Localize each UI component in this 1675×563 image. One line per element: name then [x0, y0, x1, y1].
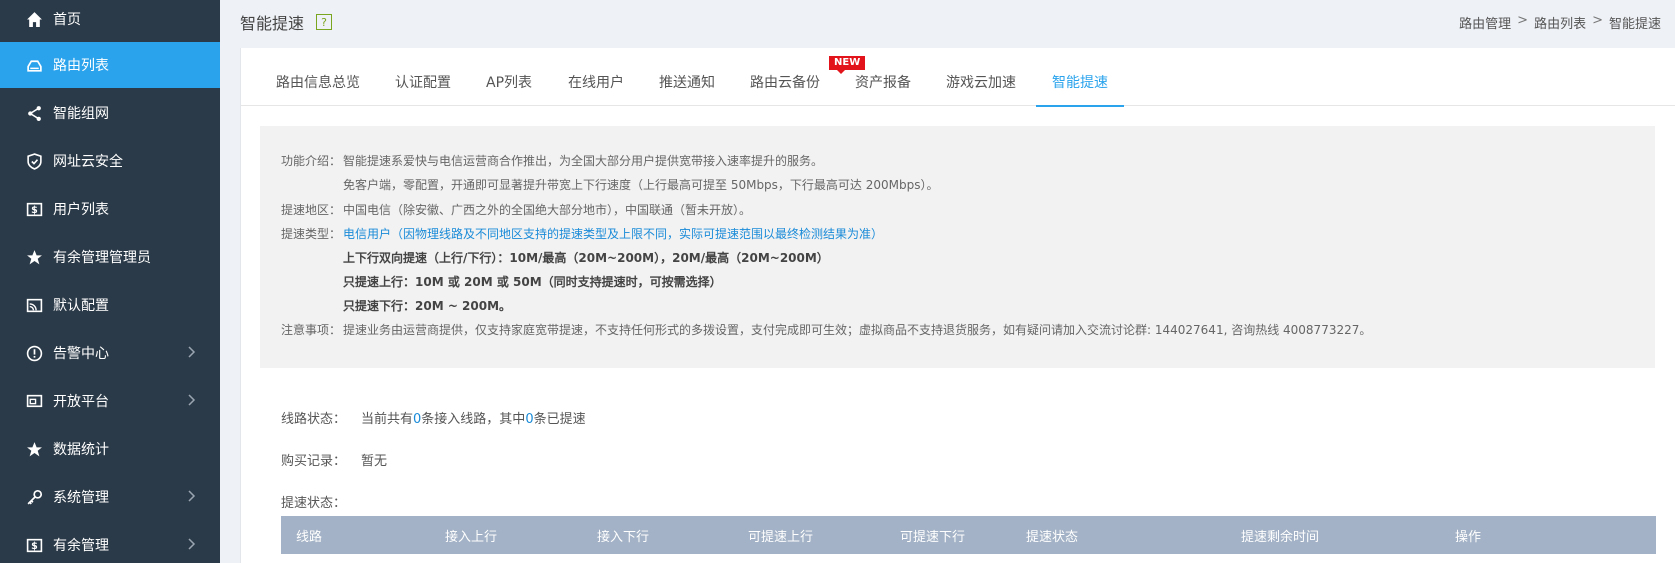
- column-header-remaining-time: 提速剩余时间: [1241, 530, 1320, 545]
- share-icon: [24, 103, 44, 123]
- sidebar-item-default-config[interactable]: 默认配置: [0, 282, 220, 328]
- sidebar-item-url-security[interactable]: 网址云安全: [0, 138, 220, 184]
- note-label: 注意事项：: [281, 323, 342, 337]
- tab-online-users[interactable]: 在线用户: [568, 72, 624, 106]
- sidebar-item-home[interactable]: 首页: [0, 0, 220, 42]
- star-icon: [24, 247, 44, 267]
- column-header-access-up: 接入上行: [445, 530, 498, 545]
- sidebar-item-router-list[interactable]: 路由列表: [0, 42, 220, 88]
- sidebar: 首页 路由列表 智能组网 网址云安全 $ 用户列表 有余管理管理员 默认配置 告…: [0, 0, 220, 563]
- chevron-right-icon: [188, 490, 196, 502]
- tab-push-notify[interactable]: 推送通知: [659, 72, 715, 106]
- speed-status-label: 提速状态：: [281, 496, 347, 511]
- line-status-value: 当前共有0条接入线路，其中0条已提速: [361, 412, 586, 427]
- region-text: 中国电信（除安徽、广西之外的全国绝大部分地市），中国联通（暂未开放）。: [343, 203, 752, 217]
- page-title: 智能提速: [240, 14, 305, 33]
- line-boosted-count: 0: [525, 412, 534, 427]
- alert-icon: [24, 343, 44, 363]
- sidebar-item-label: 默认配置: [53, 298, 109, 314]
- breadcrumb-separator: >: [1592, 13, 1603, 28]
- type-text-download-only: 只提速下行：20M ~ 200M。: [343, 299, 512, 313]
- note-text: 提速业务由运营商提供，仅支持家庭宽带提速，不支持任何形式的多拨设置，支付完成即可…: [343, 323, 1372, 337]
- svg-text:$: $: [31, 541, 38, 552]
- sidebar-item-smart-network[interactable]: 智能组网: [0, 90, 220, 136]
- cast-icon: [24, 295, 44, 315]
- purchase-record: 购买记录： 暂无: [281, 450, 387, 469]
- shield-icon: [24, 151, 44, 171]
- sidebar-item-label: 有余管理: [53, 538, 109, 554]
- breadcrumb-item-current: 智能提速: [1608, 17, 1661, 32]
- sidebar-item-system[interactable]: 系统管理: [0, 474, 220, 520]
- sidebar-item-youyu-manage[interactable]: $ 有余管理: [0, 522, 220, 563]
- main-panel: 路由信息总览 认证配置 AP列表 在线用户 推送通知 路由云备份 NEW 资产报…: [240, 48, 1675, 563]
- line-status-label: 线路状态：: [281, 412, 347, 427]
- chevron-right-icon: [188, 538, 196, 550]
- purchase-label: 购买记录：: [281, 454, 347, 469]
- sidebar-item-label: 智能组网: [53, 106, 109, 122]
- sidebar-item-label: 开放平台: [53, 394, 109, 410]
- tab-cloud-backup[interactable]: 路由云备份: [750, 72, 820, 106]
- type-text-upload-only: 只提速上行：10M 或 20M 或 50M（同时支持提速时，可按需选择）: [343, 275, 722, 289]
- column-header-actions: 操作: [1455, 530, 1482, 545]
- dollar-card-icon: $: [24, 535, 44, 555]
- chevron-right-icon: [188, 346, 196, 358]
- svg-text:$: $: [31, 205, 38, 216]
- tab-router-overview[interactable]: 路由信息总览: [276, 72, 360, 106]
- tab-auth-config[interactable]: 认证配置: [395, 72, 451, 106]
- column-header-line: 线路: [296, 530, 323, 545]
- breadcrumb: 路由管理 > 路由列表 > 智能提速: [1459, 13, 1661, 32]
- page-header: 智能提速 ?: [240, 10, 333, 34]
- speed-status: 提速状态：: [281, 492, 346, 511]
- sidebar-item-label: 首页: [53, 12, 81, 28]
- new-badge: NEW: [829, 56, 866, 74]
- sidebar-item-user-list[interactable]: $ 用户列表: [0, 186, 220, 232]
- breadcrumb-item[interactable]: 路由管理: [1459, 13, 1511, 32]
- chevron-right-icon: [188, 394, 196, 406]
- tab-smart-speedup[interactable]: 智能提速: [1036, 72, 1124, 107]
- type-label: 提速类型：: [281, 227, 342, 241]
- tab-game-accel[interactable]: 游戏云加速: [946, 72, 1016, 106]
- sidebar-item-open-platform[interactable]: 开放平台: [0, 378, 220, 424]
- breadcrumb-separator: >: [1517, 13, 1529, 28]
- sidebar-item-label: 网址云安全: [53, 154, 123, 170]
- sidebar-item-label: 系统管理: [53, 490, 109, 506]
- column-header-boost-up: 可提速上行: [748, 530, 814, 545]
- home-icon: [24, 9, 44, 29]
- tab-ap-list[interactable]: AP列表: [486, 72, 532, 106]
- star-icon: [24, 439, 44, 459]
- sidebar-item-label: 路由列表: [53, 58, 109, 74]
- type-text-bidirectional: 上下行双向提速（上行/下行）：10M/最高（20M~200M），20M/最高（2…: [343, 251, 829, 265]
- dollar-card-icon: $: [24, 199, 44, 219]
- region-label: 提速地区：: [281, 203, 342, 217]
- sidebar-item-label: 数据统计: [53, 442, 109, 458]
- line-status: 线路状态： 当前共有0条接入线路，其中0条已提速: [281, 408, 586, 427]
- sidebar-item-label: 有余管理管理员: [53, 250, 151, 266]
- tab-asset-report[interactable]: 资产报备: [855, 72, 911, 106]
- column-header-access-down: 接入下行: [597, 530, 650, 545]
- sidebar-item-label: 告警中心: [53, 346, 109, 362]
- sidebar-item-label: 用户列表: [53, 202, 109, 218]
- table-header: 线路 接入上行 接入下行 可提速上行 可提速下行 提速状态 提速剩余时间 操作: [281, 516, 1656, 554]
- sidebar-item-statistics[interactable]: 数据统计: [0, 426, 220, 472]
- breadcrumb-item[interactable]: 路由列表: [1534, 13, 1586, 32]
- key-icon: [24, 487, 44, 507]
- screen-icon: [24, 391, 44, 411]
- intro-label: 功能介绍：: [281, 154, 342, 168]
- type-text-telecom: 电信用户（因物理线路及不同地区支持的提速类型及上限不同，实际可提速范围以最终检测…: [343, 227, 884, 241]
- sidebar-item-admin[interactable]: 有余管理管理员: [0, 234, 220, 280]
- intro-text: 智能提速系爱快与电信运营商合作推出，为全国大部分用户提供宽带接入速率提升的服务。: [343, 154, 824, 168]
- tab-bar: 路由信息总览 认证配置 AP列表 在线用户 推送通知 路由云备份 NEW 资产报…: [241, 48, 1675, 107]
- column-header-boost-status: 提速状态: [1026, 530, 1079, 545]
- purchase-value: 暂无: [361, 454, 388, 469]
- help-icon[interactable]: ?: [316, 14, 333, 30]
- sidebar-item-alert-center[interactable]: 告警中心: [0, 330, 220, 376]
- column-header-boost-down: 可提速下行: [900, 530, 966, 545]
- router-icon: [24, 55, 44, 75]
- feature-info-box: 功能介绍： 智能提速系爱快与电信运营商合作推出，为全国大部分用户提供宽带接入速率…: [260, 126, 1655, 368]
- intro-text-2: 免客户端，零配置，开通即可显著提升带宽上下行速度（上行最高可提至 50Mbps，…: [343, 178, 939, 192]
